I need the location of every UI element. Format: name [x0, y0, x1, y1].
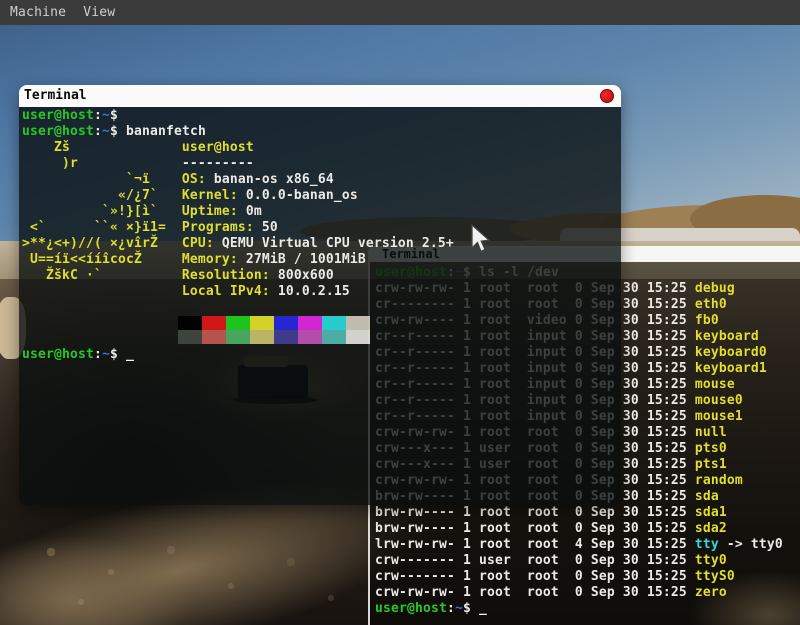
palette-swatch [298, 330, 322, 344]
terminal-line: crw------- 1 user root 0 Sep 30 15:25 tt… [375, 553, 800, 569]
wallpaper-rocks [40, 545, 42, 547]
palette-swatch [346, 316, 370, 330]
terminal-line: «/¿7` Kernel: 0.0.0-banan_os [22, 188, 454, 204]
palette-swatch [202, 316, 226, 330]
terminal-line: crw-rw-rw- 1 root root 0 Sep 30 15:25 ze… [375, 585, 800, 601]
vm-menu-bar: Machine View [0, 0, 800, 25]
palette-swatch [322, 316, 346, 330]
terminal-line: <` ``« ×}ï1= Programs: 50 [22, 220, 454, 236]
palette-swatch [178, 330, 202, 344]
terminal1-title-bar[interactable]: Terminal [19, 85, 621, 107]
palette-swatch [226, 316, 250, 330]
terminal-line: brw-rw---- 1 root root 0 Sep 30 15:25 sd… [375, 505, 800, 521]
terminal1-prompt: user@host:~$ _ [22, 347, 134, 363]
terminal-line: lrw-rw-rw- 1 root root 4 Sep 30 15:25 tt… [375, 537, 800, 553]
color-palette [178, 316, 370, 344]
terminal-line: Local IPv4: 10.0.2.15 [22, 284, 454, 300]
menu-item-view[interactable]: View [83, 5, 115, 20]
palette-swatch [250, 316, 274, 330]
terminal-line: user@host:~$ _ [375, 601, 800, 617]
close-button[interactable] [600, 89, 614, 103]
terminal-line: Zš user@host [22, 140, 454, 156]
terminal-line: >**¿<+)//( ×¿vîrŽ CPU: QEMU Virtual CPU … [22, 236, 454, 252]
menu-item-machine[interactable]: Machine [10, 5, 66, 20]
mouse-pointer-icon [470, 224, 492, 258]
terminal1-content[interactable]: user@host:~$user@host:~$ bananfetch Zš u… [19, 107, 621, 505]
terminal1-output: user@host:~$user@host:~$ bananfetch Zš u… [22, 108, 454, 300]
terminal-line: user@host:~$ [22, 108, 454, 124]
palette-swatch [250, 330, 274, 344]
vm-screen: Machine View Terminal user@host:~$ ls -l… [0, 0, 800, 625]
palette-swatch [298, 316, 322, 330]
terminal-line: user@host:~$ bananfetch [22, 124, 454, 140]
terminal-line: ŽškC ·` Resolution: 800x600 [22, 268, 454, 284]
palette-row-bright [178, 330, 370, 344]
terminal1-title: Terminal [24, 88, 87, 103]
terminal-line: brw-rw---- 1 root root 0 Sep 30 15:25 sd… [375, 521, 800, 537]
terminal-line: `¬ï OS: banan-os x86_64 [22, 172, 454, 188]
terminal-line: user@host:~$ _ [22, 347, 134, 363]
palette-swatch [178, 316, 202, 330]
palette-row-normal [178, 316, 370, 330]
terminal-line: `»!}[ì` Uptime: 0m [22, 204, 454, 220]
palette-swatch [322, 330, 346, 344]
terminal-window-focused[interactable]: Terminal user@host:~$user@host:~$ bananf… [19, 85, 621, 505]
terminal-line: )r --------- [22, 156, 454, 172]
terminal-line: crw------- 1 root root 0 Sep 30 15:25 tt… [375, 569, 800, 585]
palette-swatch [202, 330, 226, 344]
palette-swatch [274, 316, 298, 330]
palette-swatch [274, 330, 298, 344]
palette-swatch [226, 330, 250, 344]
terminal-line: U==íï<<ííîcocŽ Memory: 27MiB / 1001MiB [22, 252, 454, 268]
palette-swatch [346, 330, 370, 344]
